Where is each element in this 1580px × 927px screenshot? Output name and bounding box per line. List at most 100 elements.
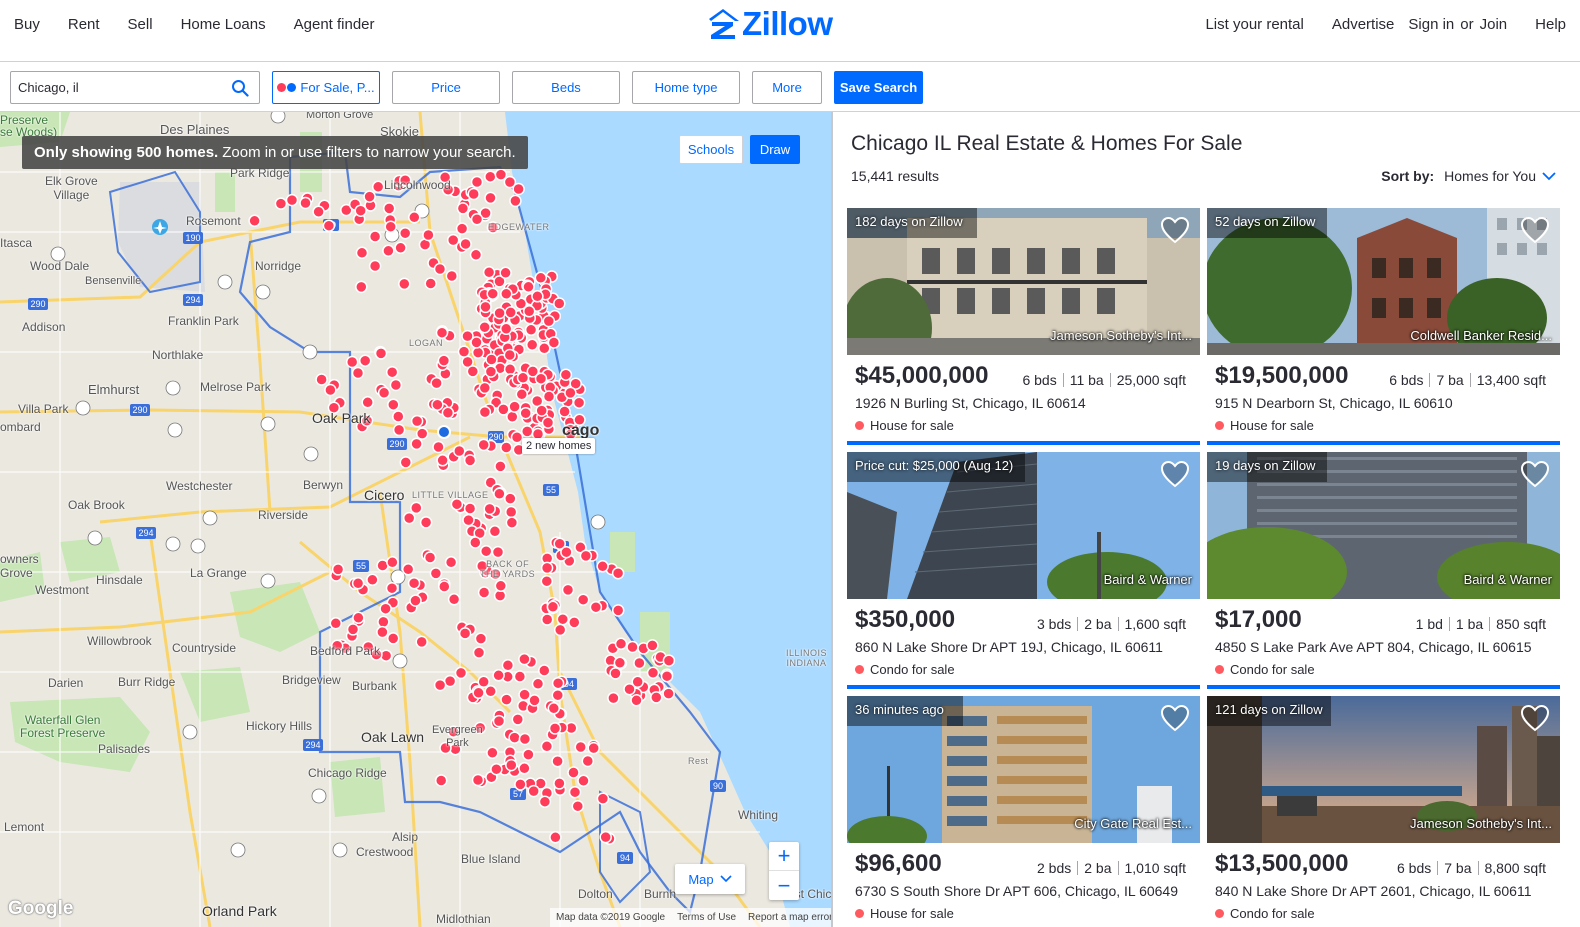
listing-pin[interactable] [387, 398, 400, 411]
listing-pin[interactable] [463, 454, 477, 467]
listing-pin[interactable] [447, 593, 461, 606]
listing-pin[interactable] [611, 566, 625, 580]
listing-pin[interactable] [346, 623, 360, 636]
listing-pin[interactable] [493, 306, 506, 320]
map-type-dropdown[interactable]: Map [675, 864, 745, 894]
listing-pin[interactable] [472, 686, 485, 700]
listing-pin[interactable] [568, 785, 582, 799]
listing-pin[interactable] [379, 602, 392, 615]
listing-pin[interactable] [312, 205, 325, 219]
listing-card[interactable]: Price cut: $25,000 (Aug 12) Baird & Warn… [847, 452, 1200, 689]
listing-address[interactable]: 1926 N Burling St, Chicago, IL 60614 [855, 395, 1086, 411]
listing-pin[interactable] [385, 365, 399, 379]
listing-pin[interactable] [646, 639, 659, 652]
zillow-logo[interactable]: Zillow [706, 5, 833, 42]
listing-pin[interactable] [599, 830, 612, 844]
listing-card[interactable]: 19 days on Zillow Baird & Warner $17,000… [1207, 452, 1560, 689]
listing-pin[interactable] [352, 611, 365, 625]
listing-pin[interactable] [345, 355, 359, 369]
listing-pin[interactable] [354, 204, 367, 217]
heart-icon[interactable] [1520, 216, 1550, 244]
listing-pin[interactable] [438, 580, 451, 593]
listing-pin[interactable] [402, 511, 416, 525]
nav-home-loans[interactable]: Home Loans [181, 16, 266, 33]
listing-pin[interactable] [455, 222, 469, 235]
listing-pin[interactable] [486, 746, 499, 760]
heart-icon[interactable] [1160, 704, 1190, 732]
listing-type-filter[interactable]: For Sale, P... [272, 71, 380, 104]
listing-pin[interactable] [549, 831, 562, 844]
listing-card[interactable]: 182 days on Zillow Jameson Sotheby's Int… [847, 208, 1200, 445]
listing-pin[interactable] [662, 687, 675, 700]
listing-pin[interactable] [456, 202, 470, 215]
listing-pin[interactable] [458, 627, 472, 640]
listing-pin[interactable] [500, 287, 513, 301]
listing-pin[interactable] [454, 666, 468, 680]
listing-pin[interactable] [410, 501, 423, 515]
listing-pin[interactable] [646, 666, 660, 680]
listing-pin[interactable] [351, 366, 365, 380]
listing-pin[interactable] [505, 758, 518, 772]
listing-pin[interactable] [432, 440, 445, 454]
listing-pin[interactable] [614, 637, 628, 651]
listing-pin[interactable] [471, 346, 485, 359]
nav-sign-in[interactable]: Sign in [1408, 16, 1454, 33]
listing-address[interactable]: 4850 S Lake Park Ave APT 804, Chicago, I… [1215, 639, 1532, 655]
listing-pin[interactable] [577, 774, 590, 788]
listing-pin[interactable] [547, 702, 561, 715]
listing-pin[interactable] [441, 406, 455, 420]
listing-pin[interactable] [541, 416, 555, 429]
listing-pin[interactable] [542, 314, 556, 328]
listing-pin[interactable] [504, 505, 518, 519]
listing-pin[interactable] [385, 581, 399, 595]
listing-pin[interactable] [633, 656, 646, 670]
listing-pin[interactable] [363, 190, 376, 203]
listing-pin[interactable] [506, 410, 519, 424]
listing-pin[interactable] [553, 297, 566, 310]
listing-pin[interactable] [394, 241, 407, 255]
nav-agent-finder[interactable]: Agent finder [294, 16, 375, 33]
listing-pin[interactable] [459, 237, 472, 251]
listing-card[interactable]: 36 minutes ago City Gate Real Est... $96… [847, 696, 1200, 927]
listing-pin[interactable] [329, 617, 343, 630]
listing-pin[interactable] [415, 635, 428, 649]
listing-pin[interactable] [419, 516, 433, 529]
listing-address[interactable]: 860 N Lake Shore Dr APT 19J, Chicago, IL… [855, 639, 1163, 655]
listing-pin[interactable] [368, 259, 382, 273]
listing-pin[interactable] [525, 338, 539, 352]
report-map-error-link[interactable]: Report a map error [748, 912, 831, 923]
listing-pin[interactable] [522, 748, 535, 761]
listing-pin[interactable] [478, 381, 492, 395]
zoom-out-button[interactable]: − [769, 871, 799, 900]
listing-pin[interactable] [611, 604, 625, 617]
listing-pin[interactable] [415, 427, 429, 440]
terms-of-use-link[interactable]: Terms of Use [677, 912, 736, 923]
listing-pin[interactable] [430, 376, 443, 390]
draw-button[interactable]: Draw [750, 135, 800, 164]
listing-pin[interactable] [484, 170, 497, 183]
listing-pin[interactable] [299, 196, 312, 210]
listing-pin[interactable] [561, 583, 575, 597]
listing-pin[interactable] [435, 326, 449, 339]
listing-pin[interactable] [500, 441, 513, 454]
listing-pin[interactable] [377, 615, 390, 629]
listing-pin[interactable] [409, 594, 422, 607]
listing-pin[interactable] [607, 691, 620, 705]
listing-card[interactable]: 52 days on Zillow Coldwell Banker Resid.… [1207, 208, 1560, 445]
listing-pin[interactable] [410, 437, 423, 451]
listing-pin[interactable] [382, 244, 395, 258]
listing-pin[interactable] [510, 431, 524, 444]
listing-pin[interactable] [457, 345, 471, 358]
map-canvas[interactable]: 190 294 290 290 290 294 55 294 94 57 94 … [0, 112, 831, 927]
home-type-filter[interactable]: Home type [632, 71, 740, 104]
listing-pin[interactable] [500, 693, 513, 706]
listing-pin[interactable] [514, 778, 527, 791]
listing-pin[interactable] [534, 271, 548, 285]
heart-icon[interactable] [1160, 460, 1190, 488]
listing-pin[interactable] [508, 400, 521, 413]
listing-pin[interactable] [519, 406, 532, 420]
listing-pin[interactable] [567, 766, 580, 779]
listing-pin[interactable] [564, 386, 577, 400]
nav-join[interactable]: Join [1480, 16, 1508, 33]
listing-pin[interactable] [470, 213, 484, 226]
